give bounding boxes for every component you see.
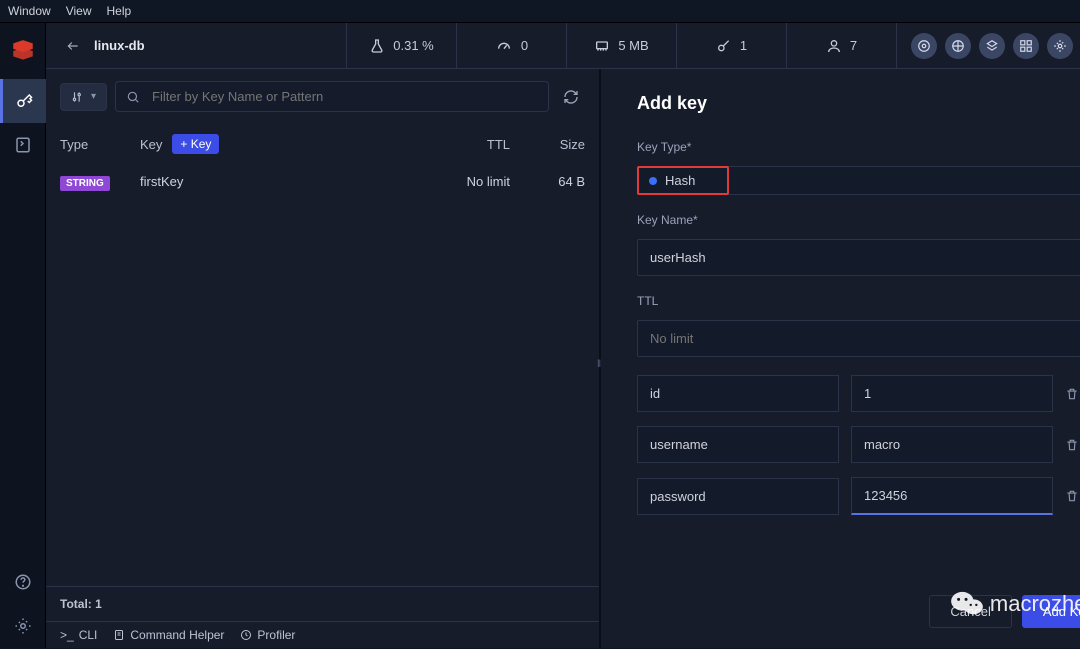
hash-dot-icon bbox=[649, 177, 657, 185]
chevron-down-icon: ▾ bbox=[91, 91, 96, 102]
menu-window[interactable]: Window bbox=[8, 4, 51, 18]
topbar: linux-db 0.31 % 0 5 MB 1 bbox=[46, 23, 1080, 69]
trash-icon[interactable] bbox=[1065, 387, 1080, 401]
stat-keys: 1 bbox=[676, 23, 786, 69]
cancel-button[interactable]: Cancel bbox=[929, 595, 1011, 628]
key-icon bbox=[716, 38, 732, 54]
col-size[interactable]: Size bbox=[510, 137, 585, 152]
row-key: firstKey bbox=[140, 174, 415, 189]
hash-field-value[interactable] bbox=[851, 375, 1053, 412]
type-badge: STRING bbox=[60, 176, 110, 191]
refresh-button[interactable] bbox=[557, 83, 585, 111]
tool-icon-3[interactable] bbox=[979, 33, 1005, 59]
tool-icon-2[interactable] bbox=[945, 33, 971, 59]
key-type-label: Key Type* bbox=[637, 140, 1080, 154]
panel-title: Add key bbox=[637, 93, 1080, 114]
ttl-input[interactable] bbox=[637, 320, 1080, 357]
col-type[interactable]: Type bbox=[60, 137, 140, 152]
bottom-tabs: >_CLI Command Helper Profiler bbox=[46, 621, 599, 648]
table-row[interactable]: STRING firstKey No limit 64 B bbox=[46, 164, 599, 199]
clock-icon bbox=[240, 629, 252, 641]
row-ttl: No limit bbox=[415, 174, 510, 189]
filter-search[interactable] bbox=[115, 81, 549, 112]
terminal-icon: >_ bbox=[60, 628, 74, 642]
tool-icon-settings[interactable] bbox=[1047, 33, 1073, 59]
filter-input[interactable] bbox=[150, 88, 538, 105]
col-key[interactable]: Key bbox=[140, 137, 162, 152]
hash-field-key[interactable] bbox=[637, 478, 839, 515]
trash-icon[interactable] bbox=[1065, 438, 1080, 452]
hash-field-value[interactable] bbox=[851, 477, 1053, 515]
nav-help[interactable] bbox=[0, 560, 46, 604]
flask-icon bbox=[369, 38, 385, 54]
menubar: Window View Help bbox=[0, 0, 1080, 23]
doc-icon bbox=[113, 629, 125, 641]
ttl-label: TTL bbox=[637, 294, 1080, 308]
db-name-label: linux-db bbox=[94, 38, 145, 53]
list-footer: Total: 1 bbox=[46, 586, 599, 621]
stat-cpu: 0.31 % bbox=[346, 23, 456, 69]
sliders-icon bbox=[71, 90, 85, 104]
key-name-input[interactable] bbox=[637, 239, 1080, 276]
menu-help[interactable]: Help bbox=[106, 4, 131, 18]
sort-control[interactable]: ▾ bbox=[60, 83, 107, 111]
stat-users: 7 bbox=[786, 23, 896, 69]
refresh-icon bbox=[563, 89, 579, 105]
hash-fields bbox=[637, 375, 1080, 515]
trash-icon[interactable] bbox=[1065, 489, 1080, 503]
resize-handle-icon[interactable]: ‖ bbox=[597, 359, 599, 370]
stat-memory: 5 MB bbox=[566, 23, 676, 69]
add-key-panel: ‖ ✕ Add key Key Type* Hash ⌄ Key Name* T… bbox=[601, 69, 1080, 648]
hash-row bbox=[637, 426, 1080, 463]
tab-profiler[interactable]: Profiler bbox=[240, 628, 295, 642]
nav-settings[interactable] bbox=[0, 604, 46, 648]
key-list-panel: ▾ Type Key + Key TTL bbox=[46, 69, 601, 648]
key-name-label: Key Name* bbox=[637, 213, 1080, 227]
table-header: Type Key + Key TTL Size bbox=[46, 124, 599, 164]
user-icon bbox=[826, 38, 842, 54]
hash-field-key[interactable] bbox=[637, 375, 839, 412]
hash-field-value[interactable] bbox=[851, 426, 1053, 463]
tool-icon-1[interactable] bbox=[911, 33, 937, 59]
key-table: STRING firstKey No limit 64 B bbox=[46, 164, 599, 586]
stat-latency: 0 bbox=[456, 23, 566, 69]
key-type-indicator: Hash bbox=[637, 166, 729, 195]
hash-row bbox=[637, 375, 1080, 412]
hash-field-key[interactable] bbox=[637, 426, 839, 463]
row-size: 64 B bbox=[510, 174, 585, 189]
tab-helper[interactable]: Command Helper bbox=[113, 628, 224, 642]
nav-keys[interactable] bbox=[0, 79, 46, 123]
col-ttl[interactable]: TTL bbox=[415, 137, 510, 152]
nav-workbench[interactable] bbox=[0, 123, 46, 167]
search-icon bbox=[126, 90, 140, 104]
submit-button[interactable]: Add Key bbox=[1022, 595, 1080, 628]
hash-row bbox=[637, 477, 1080, 515]
add-key-button[interactable]: + Key bbox=[172, 134, 219, 154]
tool-icon-4[interactable] bbox=[1013, 33, 1039, 59]
memory-icon bbox=[594, 38, 610, 54]
key-type-select[interactable]: Hash ⌄ bbox=[637, 166, 1080, 195]
menu-view[interactable]: View bbox=[66, 4, 92, 18]
back-arrow-icon[interactable] bbox=[64, 39, 82, 53]
app-logo bbox=[9, 37, 37, 65]
gauge-icon bbox=[495, 38, 513, 54]
nav-rail bbox=[0, 23, 46, 648]
tab-cli[interactable]: >_CLI bbox=[60, 628, 97, 642]
